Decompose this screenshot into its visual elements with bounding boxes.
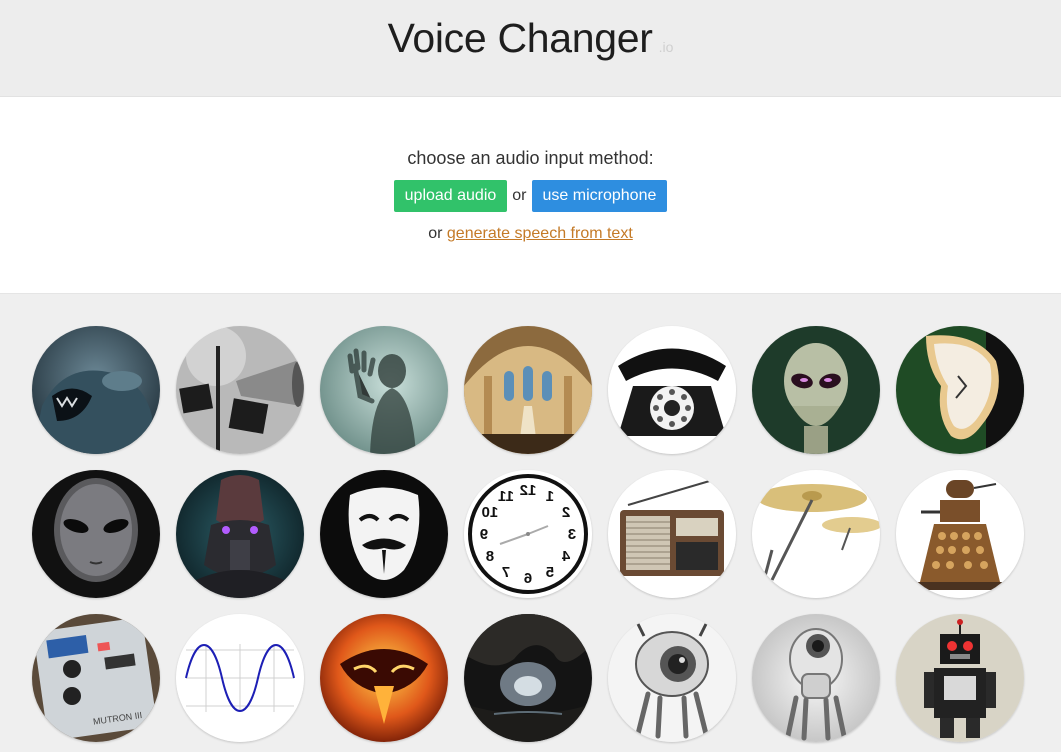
voice-option-telephone[interactable]: [608, 326, 736, 454]
use-microphone-button[interactable]: use microphone: [531, 180, 668, 212]
voice-option-ghost[interactable]: [320, 326, 448, 454]
voice-option-anonymous-mask[interactable]: [320, 470, 448, 598]
voice-option-cyborg[interactable]: [176, 470, 304, 598]
clock-number: 9: [480, 526, 488, 543]
megaphone-voice-icon: [176, 326, 304, 454]
white-robot-voice-icon: [752, 614, 880, 742]
cyborg-voice-icon: [176, 470, 304, 598]
cave-voice-icon: [464, 614, 592, 742]
dalek-voice-icon: [896, 470, 1024, 598]
toy-robot-voice-icon: [896, 614, 1024, 742]
voice-grid: 12 11 10 9 8 7 6 5 4 3 2 1 MUTRON III: [0, 294, 1061, 752]
voice-option-cymbal[interactable]: [752, 470, 880, 598]
voice-option-toy-robot[interactable]: [896, 614, 1024, 742]
voice-option-radio[interactable]: [608, 470, 736, 598]
title-wrap: Voice Changer .io: [0, 14, 1061, 62]
site-header: Voice Changer .io: [0, 0, 1061, 97]
sine-wave-voice-icon: [176, 614, 304, 742]
telephone-voice-icon: [608, 326, 736, 454]
upload-audio-button[interactable]: upload audio: [393, 180, 508, 212]
voice-option-reversed-clock[interactable]: 12 11 10 9 8 7 6 5 4 3 2 1: [464, 470, 592, 598]
clock-number: 12: [520, 482, 537, 499]
cathedral-voice-icon: [464, 326, 592, 454]
grey-alien-voice-icon: [32, 470, 160, 598]
voice-option-monster[interactable]: [32, 326, 160, 454]
or-separator: or: [512, 187, 527, 204]
tts-prefix: or: [428, 225, 443, 242]
voice-option-sine-wave[interactable]: [176, 614, 304, 742]
site-title[interactable]: Voice Changer: [388, 15, 653, 61]
robot-eye-voice-icon: [608, 614, 736, 742]
voice-option-guitar-pedal[interactable]: MUTRON III: [32, 614, 160, 742]
clock-number: 1: [546, 488, 554, 505]
voice-option-cathedral[interactable]: [464, 326, 592, 454]
clock-number: 10: [482, 504, 499, 521]
alien-voice-icon: [752, 326, 880, 454]
voice-option-megaphone[interactable]: [176, 326, 304, 454]
reversed-clock-voice-icon: 12 1110 9 87 6 54 3 21: [464, 470, 592, 598]
cymbal-voice-icon: [752, 470, 880, 598]
clock-number: 8: [486, 548, 494, 565]
anonymous-mask-voice-icon: [320, 470, 448, 598]
clock-number: 7: [502, 564, 510, 581]
input-method-actions: upload audio or use microphone: [0, 180, 1061, 212]
voice-option-dalek[interactable]: [896, 470, 1024, 598]
clock-number: 3: [568, 526, 576, 543]
voice-option-robot-eye[interactable]: [608, 614, 736, 742]
fire-demon-voice-icon: [320, 614, 448, 742]
melting-clock-voice-icon: [896, 326, 1024, 454]
guitar-pedal-voice-icon: MUTRON III: [32, 614, 160, 742]
voice-option-white-robot[interactable]: [752, 614, 880, 742]
site-title-suffix: .io: [658, 39, 674, 55]
clock-number: 4: [561, 548, 570, 565]
input-method-panel: choose an audio input method: upload aud…: [0, 97, 1061, 294]
voice-option-alien[interactable]: [752, 326, 880, 454]
generate-speech-link[interactable]: generate speech from text: [447, 225, 633, 242]
voice-option-cave[interactable]: [464, 614, 592, 742]
radio-voice-icon: [608, 470, 736, 598]
clock-number: 2: [562, 504, 570, 521]
voice-option-melting-clock[interactable]: [896, 326, 1024, 454]
clock-number: 5: [546, 564, 554, 581]
input-method-prompt: choose an audio input method:: [407, 148, 654, 168]
voice-option-grey-alien[interactable]: [32, 470, 160, 598]
clock-number: 11: [498, 488, 514, 505]
tts-line: or generate speech from text: [0, 225, 1061, 243]
voice-option-fire-demon[interactable]: [320, 614, 448, 742]
ghost-voice-icon: [320, 326, 448, 454]
clock-number: 6: [524, 570, 532, 587]
monster-voice-icon: [32, 326, 160, 454]
